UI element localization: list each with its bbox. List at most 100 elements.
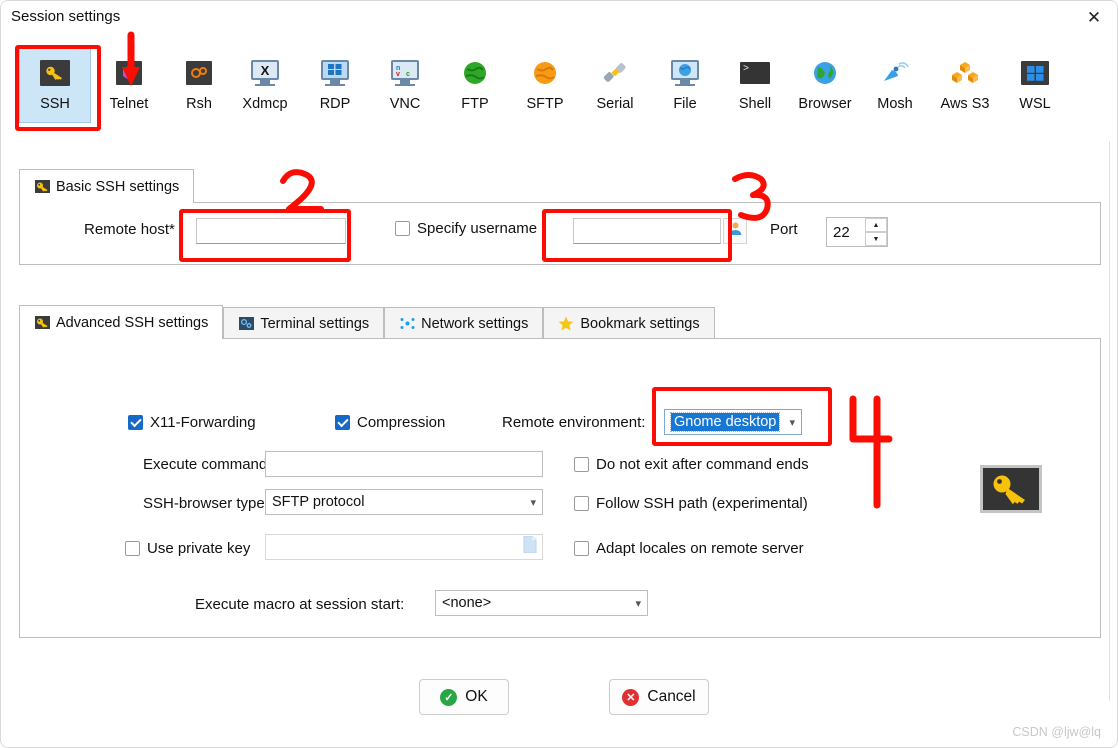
compression-checkbox[interactable] bbox=[335, 415, 350, 430]
protocol-label: SFTP bbox=[526, 96, 564, 112]
adapt-locales-checkbox[interactable] bbox=[574, 541, 589, 556]
protocol-label: Aws S3 bbox=[940, 96, 990, 112]
follow-ssh-path-label: Follow SSH path (experimental) bbox=[596, 495, 808, 512]
x11-forwarding-checkbox[interactable] bbox=[128, 415, 143, 430]
document-icon[interactable] bbox=[523, 535, 537, 558]
compression-row[interactable]: Compression bbox=[335, 414, 445, 431]
follow-ssh-path-row[interactable]: Follow SSH path (experimental) bbox=[574, 495, 808, 512]
protocol-label: SSH bbox=[40, 96, 70, 112]
protocol-label: Shell bbox=[738, 96, 772, 112]
tab-bookmark-settings[interactable]: Bookmark settings bbox=[543, 307, 715, 339]
close-icon[interactable]: ✕ bbox=[1071, 1, 1117, 35]
tab-advanced-ssh-settings[interactable]: Advanced SSH settings bbox=[19, 305, 224, 339]
protocol-item-ssh[interactable]: SSH bbox=[19, 47, 91, 123]
svg-text:v: v bbox=[396, 71, 400, 77]
tab-network-settings[interactable]: Network settings bbox=[384, 307, 544, 339]
port-stepper[interactable]: 22 ▲ ▼ bbox=[826, 217, 888, 247]
x11-forwarding-row[interactable]: X11-Forwarding bbox=[128, 414, 256, 431]
protocol-label: Browser bbox=[798, 96, 852, 112]
windows-monitor-icon bbox=[318, 56, 352, 90]
follow-ssh-path-checkbox[interactable] bbox=[574, 496, 589, 511]
chevron-down-icon: ▾ bbox=[530, 496, 536, 509]
orange-globe-icon bbox=[528, 56, 562, 90]
vnc-monitor-icon: nvc bbox=[388, 56, 422, 90]
tab-label: Advanced SSH settings bbox=[56, 314, 209, 331]
protocol-label: WSL bbox=[1019, 96, 1051, 112]
ok-label: OK bbox=[465, 688, 488, 705]
terminal-settings-icon bbox=[238, 317, 254, 331]
remote-host-label: Remote host* bbox=[84, 221, 175, 238]
protocol-label: Serial bbox=[596, 96, 634, 112]
use-private-key-row[interactable]: Use private key bbox=[125, 540, 250, 557]
execute-command-label: Execute command: bbox=[143, 456, 272, 473]
tab-basic-ssh-settings[interactable]: Basic SSH settings bbox=[19, 169, 195, 203]
satellite-icon bbox=[878, 56, 912, 90]
protocol-item-browser[interactable]: Browser bbox=[789, 47, 861, 123]
specify-username-checkbox[interactable] bbox=[395, 221, 410, 236]
chevron-down-icon: ▾ bbox=[789, 416, 795, 429]
svg-text:c: c bbox=[406, 71, 410, 77]
protocol-label: Telnet bbox=[109, 96, 149, 112]
remote-host-input[interactable] bbox=[196, 218, 346, 244]
tab-label: Bookmark settings bbox=[580, 315, 700, 332]
protocol-item-serial[interactable]: Serial bbox=[579, 47, 651, 123]
adapt-locales-row[interactable]: Adapt locales on remote server bbox=[574, 540, 804, 557]
execute-command-input[interactable] bbox=[265, 451, 543, 477]
execute-macro-select[interactable]: <none> ▾ bbox=[435, 590, 648, 616]
user-picker-button[interactable] bbox=[723, 218, 747, 244]
tab-label: Terminal settings bbox=[260, 315, 370, 332]
gears-icon bbox=[182, 56, 216, 90]
port-down-icon[interactable]: ▼ bbox=[865, 232, 887, 246]
key-icon bbox=[38, 56, 72, 90]
watermark: CSDN @ljw@lq bbox=[1012, 725, 1101, 739]
remote-environment-label: Remote environment: bbox=[502, 414, 646, 431]
x-monitor-icon: X bbox=[248, 56, 282, 90]
protocol-item-aws-s3[interactable]: Aws S3 bbox=[929, 47, 1001, 123]
key-icon bbox=[34, 180, 50, 194]
protocol-item-shell[interactable]: > Shell bbox=[719, 47, 791, 123]
do-not-exit-checkbox[interactable] bbox=[574, 457, 589, 472]
specify-username-label: Specify username bbox=[417, 220, 538, 237]
port-arrows: ▲ ▼ bbox=[865, 218, 887, 246]
terminal-icon: > bbox=[738, 56, 772, 90]
basic-ssh-panel: Remote host* Specify username Port 22 ▲ … bbox=[19, 202, 1101, 265]
user-icon bbox=[728, 221, 743, 241]
advanced-tabstrip: Advanced SSH settings Terminal settings … bbox=[19, 305, 715, 339]
protocol-item-xdmcp[interactable]: X Xdmcp bbox=[229, 47, 301, 123]
file-monitor-icon bbox=[668, 56, 702, 90]
protocol-item-rdp[interactable]: RDP bbox=[299, 47, 371, 123]
globe-icon bbox=[808, 56, 842, 90]
protocol-item-file[interactable]: File bbox=[649, 47, 721, 123]
protocol-label: RDP bbox=[319, 96, 351, 112]
protocol-item-vnc[interactable]: nvc VNC bbox=[369, 47, 441, 123]
x11-forwarding-label: X11-Forwarding bbox=[150, 414, 256, 431]
protocol-item-wsl[interactable]: WSL bbox=[999, 47, 1071, 123]
check-circle-icon: ✓ bbox=[440, 688, 458, 706]
protocol-item-ftp[interactable]: FTP bbox=[439, 47, 511, 123]
protocol-item-telnet[interactable]: Telnet bbox=[93, 47, 165, 123]
private-key-input[interactable] bbox=[265, 534, 543, 560]
ssh-browser-type-label: SSH-browser type: bbox=[143, 495, 269, 512]
port-value[interactable]: 22 bbox=[827, 218, 865, 246]
panel-divider bbox=[1109, 141, 1110, 701]
ok-button[interactable]: ✓ OK bbox=[419, 679, 509, 715]
username-input[interactable] bbox=[573, 218, 721, 244]
star-icon bbox=[558, 316, 574, 331]
network-icon bbox=[399, 317, 415, 331]
port-up-icon[interactable]: ▲ bbox=[865, 218, 887, 232]
protocol-label: Mosh bbox=[877, 96, 913, 112]
protocol-item-rsh[interactable]: Rsh bbox=[163, 47, 235, 123]
use-private-key-checkbox[interactable] bbox=[125, 541, 140, 556]
use-private-key-label: Use private key bbox=[147, 540, 251, 557]
remote-environment-select[interactable]: Gnome desktop ▾ bbox=[664, 409, 802, 435]
ssh-browser-type-select[interactable]: SFTP protocol ▾ bbox=[265, 489, 543, 515]
protocol-label: Xdmcp bbox=[242, 96, 288, 112]
protocol-item-mosh[interactable]: Mosh bbox=[859, 47, 931, 123]
protocol-item-sftp[interactable]: SFTP bbox=[509, 47, 581, 123]
do-not-exit-row[interactable]: Do not exit after command ends bbox=[574, 456, 809, 473]
tab-terminal-settings[interactable]: Terminal settings bbox=[223, 307, 385, 339]
windows-icon bbox=[1018, 56, 1052, 90]
specify-username-row[interactable]: Specify username bbox=[395, 220, 537, 237]
cancel-button[interactable]: ✕ Cancel bbox=[609, 679, 709, 715]
cube-icon bbox=[112, 56, 146, 90]
